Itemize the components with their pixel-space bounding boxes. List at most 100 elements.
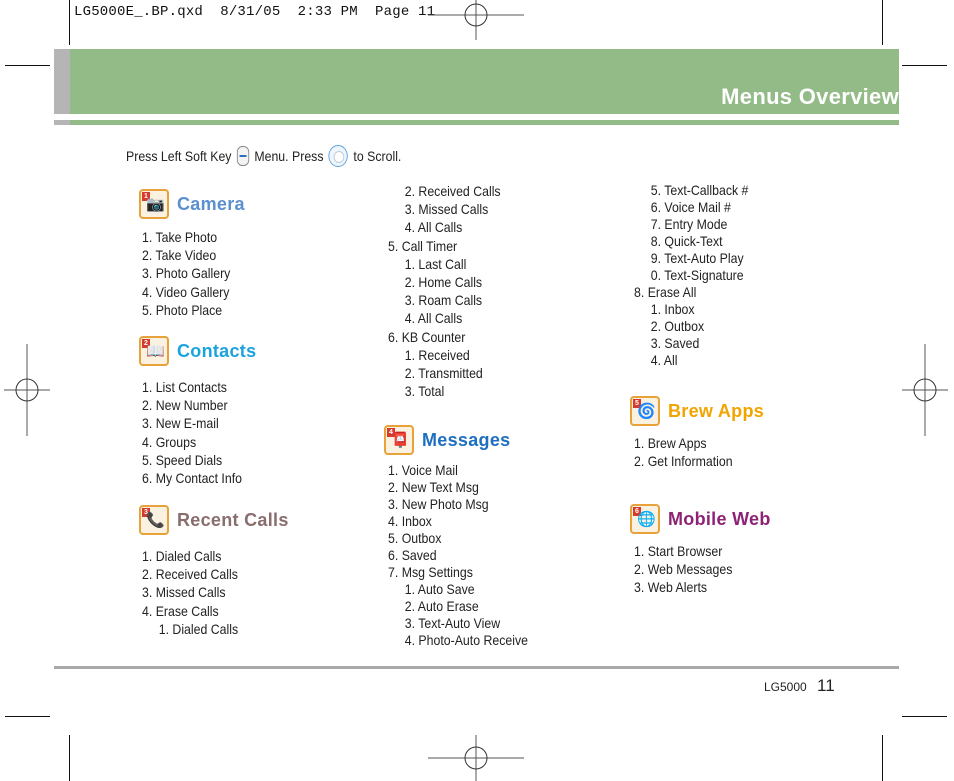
messages-list-continued: 5. Text-Callback #6. Voice Mail #7. Entr… — [634, 182, 764, 369]
list-sub-item: 3. Total — [404, 383, 445, 400]
instruction-text: to Scroll. — [353, 148, 402, 164]
section-title-messages: Messages — [422, 429, 511, 450]
crop-mark — [5, 716, 50, 717]
list-sub-item: 2. Home Calls — [404, 274, 483, 291]
recent-calls-list: 1. Dialed Calls 2. Received Calls 3. Mis… — [142, 547, 251, 638]
list-item: 5. Photo Place — [142, 301, 223, 318]
left-soft-key-icon — [236, 146, 250, 166]
list-item: 2. Web Messages — [634, 561, 733, 578]
section-title-recent-calls: Recent Calls — [177, 509, 289, 530]
crop-mark — [902, 65, 947, 66]
list-sub-item: 4. All — [650, 352, 678, 368]
list-sub-item: 2. Auto Erase — [404, 598, 479, 614]
section-mobile-web: 6 🌐 Mobile Web — [630, 504, 771, 534]
list-item: 5. Outbox — [388, 530, 442, 546]
print-slug: LG5000E_.BP.qxd 8/31/05 2:33 PM Page 11 — [74, 4, 436, 20]
list-item: 5. Speed Dials — [142, 451, 223, 468]
section-contacts: 2 📖 Contacts — [139, 336, 256, 366]
list-sub-item: 5. Text-Callback # — [650, 182, 749, 198]
list-item: 1. Start Browser — [634, 543, 723, 559]
camera-list: 1. Take Photo 2. Take Video 3. Photo Gal… — [142, 228, 242, 319]
brew-glyph: 🌀 — [637, 403, 656, 420]
list-sub-item: 2. Transmitted — [404, 365, 483, 382]
mobile-web-list: 1. Start Browser 2. Web Messages 3. Web … — [634, 542, 746, 597]
messages-list: 1. Voice Mail 2. New Text Msg 3. New Photo… — [388, 462, 547, 649]
phone-log-icon: 3 📞 — [139, 505, 169, 535]
crop-mark — [882, 0, 883, 45]
list-item: 6. KB Counter — [388, 328, 466, 345]
list-item: 1. Voice Mail — [388, 462, 458, 478]
registration-mark-top — [428, 0, 524, 40]
section-title-camera: Camera — [177, 193, 245, 214]
list-item: 3. Photo Gallery — [142, 265, 231, 282]
list-sub-item: 6. Voice Mail # — [650, 199, 731, 215]
footer-rule — [54, 666, 899, 669]
section-messages: 4 📮 Messages — [384, 425, 510, 455]
header-band-grey — [54, 49, 70, 114]
mailbox-glyph: 📮 — [391, 432, 410, 449]
list-item: 4. Inbox — [388, 513, 432, 529]
list-sub-item: 1. Dialed Calls — [158, 620, 239, 637]
instruction-text: Press Left Soft Key — [126, 148, 232, 164]
list-item: 1. Dialed Calls — [142, 548, 222, 564]
contacts-list: 1. List Contacts 2. New Number 3. New E-… — [142, 378, 256, 487]
list-sub-item: 2. Outbox — [650, 318, 705, 334]
page-title: Menus Overview — [721, 84, 899, 109]
list-sub-item: 3. Roam Calls — [404, 292, 483, 309]
brew-apps-list: 1. Brew Apps 2. Get Information — [634, 434, 746, 470]
address-book-glyph: 📖 — [146, 343, 165, 360]
crop-mark — [5, 65, 50, 66]
list-sub-item: 3. Saved — [650, 335, 700, 351]
instruction-text: Menu. Press — [254, 148, 324, 164]
list-item: 6. My Contact Info — [142, 470, 242, 487]
registration-mark-left — [4, 344, 50, 436]
list-item: 1. Take Photo — [142, 229, 218, 245]
list-sub-item: 1. Auto Save — [404, 581, 475, 597]
recent-calls-list-continued: 2. Received Calls 3. Missed Calls 4. All C… — [388, 182, 516, 400]
phone-glyph: 📞 — [146, 512, 165, 529]
crop-mark — [69, 0, 70, 45]
list-sub-item: 4. All Calls — [404, 219, 463, 236]
list-item: 1. Brew Apps — [634, 435, 707, 451]
list-item: 1. List Contacts — [142, 379, 227, 395]
mailbox-icon: 4 📮 — [384, 425, 414, 455]
list-item: 4. Erase Calls — [142, 602, 219, 619]
list-item: 3. New E-mail — [142, 415, 219, 432]
navigation-key-icon — [328, 145, 349, 167]
header-rule-grey — [54, 120, 70, 125]
list-item: 8. Erase All — [634, 284, 697, 300]
list-sub-item: 1. Last Call — [404, 255, 467, 272]
list-sub-item: 8. Quick-Text — [650, 233, 723, 249]
list-sub-item: 1. Inbox — [650, 301, 695, 317]
section-camera: 1 📷 Camera — [139, 189, 245, 219]
list-item: 3. Missed Calls — [142, 584, 226, 601]
list-sub-item: 0. Text-Signature — [650, 267, 744, 283]
camera-icon: 1 📷 — [139, 189, 169, 219]
list-item: 2. Take Video — [142, 247, 217, 264]
camera-glyph: 📷 — [146, 196, 165, 213]
list-sub-item: 3. Text-Auto View — [404, 615, 501, 631]
registration-mark-bottom — [428, 735, 524, 781]
brew-apps-icon: 5 🌀 — [630, 396, 660, 426]
list-item: 3. Web Alerts — [634, 579, 708, 596]
list-item: 3. New Photo Msg — [388, 496, 489, 512]
list-item: 2. New Text Msg — [388, 479, 479, 495]
list-item: 4. Video Gallery — [142, 283, 230, 300]
section-title-brew-apps: Brew Apps — [668, 400, 765, 421]
list-item: 4. Groups — [142, 433, 197, 450]
list-sub-item: 4. All Calls — [404, 310, 463, 327]
list-item: 2. New Number — [142, 397, 228, 414]
globe-icon: 6 🌐 — [630, 504, 660, 534]
list-item: 7. Msg Settings — [388, 564, 473, 580]
crop-mark — [882, 735, 883, 781]
header-rule — [70, 120, 899, 125]
globe-glyph: 🌐 — [637, 511, 656, 528]
list-sub-item: 3. Missed Calls — [404, 201, 489, 218]
section-title-mobile-web: Mobile Web — [668, 508, 771, 529]
section-recent-calls: 3 📞 Recent Calls — [139, 505, 289, 535]
crop-mark — [69, 735, 70, 781]
address-book-icon: 2 📖 — [139, 336, 169, 366]
list-sub-item: 1. Received — [404, 346, 470, 363]
crop-mark — [902, 716, 947, 717]
list-sub-item: 9. Text-Auto Play — [650, 250, 744, 266]
